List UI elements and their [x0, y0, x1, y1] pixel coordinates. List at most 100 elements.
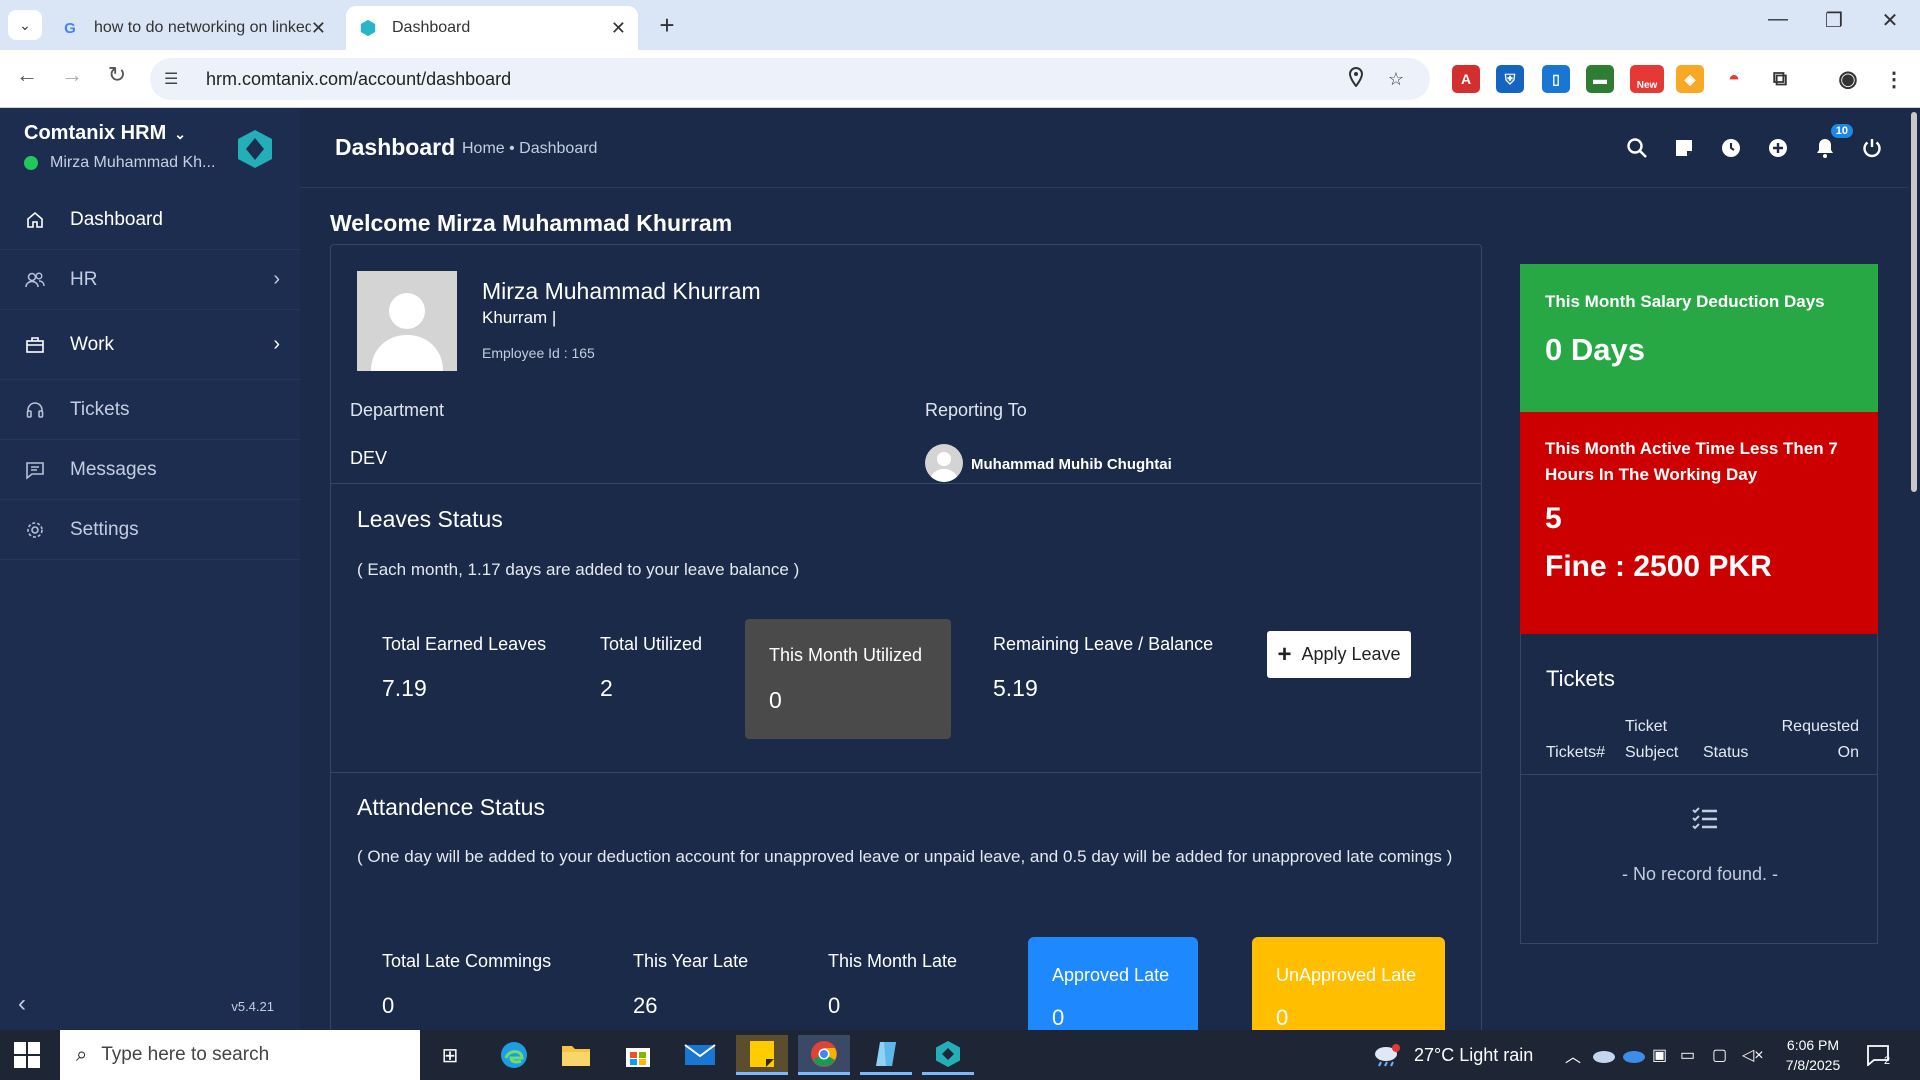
add-circle-icon[interactable] [1764, 134, 1792, 162]
minimize-icon[interactable]: — [1758, 8, 1798, 31]
breadcrumb[interactable]: Home • Dashboard [462, 140, 597, 158]
weather-widget[interactable]: 27°C Light rain [1372, 1030, 1533, 1080]
site-info-icon[interactable]: ☰ [164, 69, 188, 89]
this-year-late-value: 26 [633, 993, 658, 1018]
comtanix-favicon-icon [358, 18, 378, 38]
new-extension-icon[interactable]: New [1630, 65, 1664, 93]
apply-leave-button[interactable]: + Apply Leave [1267, 631, 1411, 678]
volume-muted-icon[interactable]: ◁× [1742, 1030, 1764, 1080]
scrollbar-thumb[interactable] [1911, 112, 1917, 492]
microsoft-store-icon[interactable] [612, 1035, 664, 1075]
attendance-note: ( One day will be added to your deductio… [357, 847, 1453, 866]
browser-menu-icon[interactable]: ⋮ [1880, 65, 1908, 93]
folder-extension-icon[interactable]: ▬ [1586, 65, 1614, 93]
back-icon[interactable]: ← [10, 62, 44, 88]
browser-tab-bar: ⌄ G how to do networking on linkedi ✕ Da… [0, 0, 1920, 50]
salary-deduction-card: This Month Salary Deduction Days 0 Days [1520, 264, 1878, 412]
close-tab-icon[interactable]: ✕ [311, 18, 326, 39]
power-icon[interactable] [1858, 134, 1886, 162]
show-hidden-icons[interactable]: ︿ [1565, 1030, 1581, 1080]
new-badge: New [1636, 79, 1658, 91]
file-explorer-icon[interactable] [550, 1035, 602, 1075]
search-icon: ⌕ [76, 1043, 88, 1066]
total-late-label: Total Late Commings [382, 951, 552, 971]
salary-deduction-label: This Month Salary Deduction Days [1545, 292, 1825, 311]
app-version: v5.4.21 [231, 999, 274, 1014]
onedrive-business-icon[interactable] [1622, 1030, 1646, 1080]
approved-late-box[interactable]: Approved Late 0 [1028, 937, 1198, 1037]
new-tab-button[interactable]: + [652, 10, 682, 41]
google-favicon-icon: G [64, 19, 76, 37]
close-tab-icon[interactable]: ✕ [611, 18, 626, 39]
sticky-notes-app-icon[interactable] [736, 1035, 788, 1075]
meet-now-icon[interactable]: ▣ [1652, 1030, 1667, 1080]
shield-extension-icon[interactable]: ⛨ [1496, 65, 1524, 93]
battery-icon[interactable]: ▭ [1680, 1030, 1695, 1080]
current-user: Mirza Muhammad Kh... [24, 154, 215, 172]
unapproved-late-value: 0 [1276, 1005, 1289, 1030]
pdf-extension-icon[interactable]: A [1452, 65, 1480, 93]
document-extension-icon[interactable]: ▯ [1542, 65, 1570, 93]
network-icon[interactable]: ▢ [1712, 1030, 1727, 1080]
sidebar-item-messages[interactable]: Messages [0, 440, 300, 500]
action-center-icon[interactable]: 2 [1866, 1030, 1890, 1080]
edge-icon[interactable] [488, 1035, 540, 1075]
sticky-note-icon[interactable] [1670, 134, 1698, 162]
yellow-extension-icon[interactable]: ◈ [1676, 65, 1704, 93]
chrome-icon[interactable] [798, 1035, 850, 1075]
employee-id: Employee Id : 165 [482, 345, 595, 361]
extensions-puzzle-icon[interactable]: ⧉ [1766, 65, 1794, 93]
this-year-late-label: This Year Late [633, 951, 749, 971]
leaves-note: ( Each month, 1.17 days are added to you… [357, 560, 800, 579]
sidebar-item-dashboard[interactable]: Dashboard [0, 190, 300, 250]
system-clock[interactable]: 6:06 PM 7/8/2025 [1768, 1035, 1858, 1075]
search-icon[interactable] [1623, 134, 1651, 162]
sidebar-item-label: HR [70, 268, 98, 290]
online-status-icon [24, 156, 38, 170]
headset-icon [24, 399, 46, 421]
tickets-column-header: Tickets# [1546, 744, 1605, 761]
sidebar-item-label: Dashboard [70, 208, 163, 230]
bookmark-star-icon[interactable]: ☆ [1376, 69, 1416, 90]
restore-icon[interactable]: ❐ [1814, 8, 1854, 33]
forward-icon[interactable]: → [55, 62, 89, 88]
unapproved-late-box[interactable]: UnApproved Late 0 [1252, 937, 1445, 1037]
onedrive-icon[interactable] [1592, 1030, 1616, 1080]
windows-start-icon[interactable] [14, 1042, 40, 1068]
close-window-icon[interactable]: ✕ [1870, 8, 1910, 33]
comtanix-app-icon[interactable] [922, 1035, 974, 1075]
taskbar-search-input[interactable]: ⌕ Type here to search [60, 1030, 420, 1080]
notification-bell-icon[interactable]: 10 [1811, 124, 1853, 162]
clock-icon[interactable] [1717, 134, 1745, 162]
rain-cloud-icon [1375, 1044, 1400, 1067]
user-name: Mirza Muhammad Kh... [50, 154, 216, 171]
page-title: Dashboard [335, 134, 456, 160]
browser-tab-linkedin[interactable]: G how to do networking on linkedi ✕ [48, 6, 338, 50]
tickets-column-header: Status [1703, 744, 1749, 761]
browser-tab-dashboard[interactable]: Dashboard ✕ [346, 6, 638, 50]
location-icon[interactable] [1336, 66, 1376, 92]
sidebar-item-settings[interactable]: Settings [0, 500, 300, 560]
chevron-down-icon: ⌄ [174, 126, 186, 142]
collapse-sidebar-icon[interactable]: ‹ [18, 990, 26, 1018]
sidebar-item-hr[interactable]: HR › [0, 250, 300, 310]
pokeball-extension-icon[interactable]: ◓ [1720, 65, 1748, 93]
profile-icon[interactable]: ◉ [1834, 65, 1862, 93]
notes-app-icon[interactable] [860, 1035, 912, 1075]
sidebar-item-work[interactable]: Work › [0, 310, 300, 380]
page-scrollbar[interactable] [1908, 108, 1920, 1030]
section-divider [331, 483, 1481, 484]
address-bar[interactable]: ☰ hrm.comtanix.com/account/dashboard ☆ [150, 58, 1430, 100]
tab-search-button[interactable]: ⌄ [8, 10, 42, 40]
mail-icon[interactable] [674, 1035, 726, 1075]
brand-menu[interactable]: Comtanix HRM ⌄ [24, 122, 186, 145]
reporting-to-value[interactable]: Muhammad Muhib Chughtai [971, 456, 1172, 473]
reload-icon[interactable]: ↻ [100, 62, 134, 88]
department-label: Department [350, 400, 445, 420]
sidebar-item-tickets[interactable]: Tickets [0, 380, 300, 440]
tickets-column-header: Ticket Subject [1625, 718, 1679, 761]
task-view-icon[interactable]: ⊞ [424, 1035, 476, 1075]
clock-date: 7/8/2025 [1785, 1057, 1841, 1073]
employee-name: Mirza Muhammad Khurram [482, 278, 761, 304]
active-time-card: This Month Active Time Less Then 7 Hours… [1520, 412, 1878, 634]
